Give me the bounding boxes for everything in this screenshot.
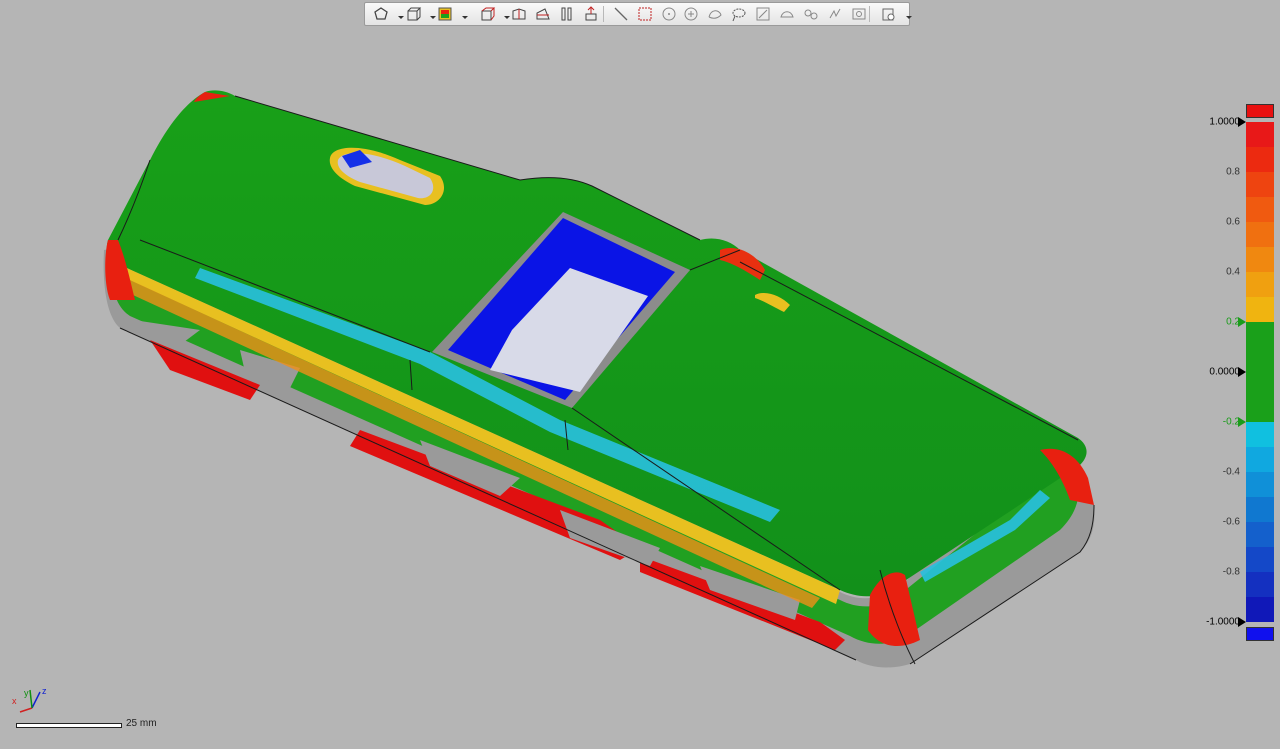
datum-align-icon — [585, 6, 597, 21]
triad-x-label: x — [12, 696, 17, 706]
surface-select-icon — [780, 11, 794, 18]
legend-under-range-swatch[interactable] — [1246, 627, 1274, 641]
legend-tick-label: -0.6 — [1222, 516, 1240, 528]
legend-tick-label: 0.6 — [1226, 216, 1240, 228]
legend-color-band — [1246, 172, 1274, 198]
legend-color-band — [1246, 597, 1274, 622]
scale-bar-label: 25 mm — [126, 718, 157, 729]
visibility-button[interactable] — [849, 5, 869, 23]
polygon-select-button[interactable] — [371, 5, 391, 23]
legend-tick-label: 1.0000 — [1209, 116, 1240, 128]
3d-viewport[interactable] — [0, 0, 1280, 744]
legend-color-bar[interactable] — [1246, 122, 1274, 622]
cross-section-icon — [536, 8, 550, 20]
triad-z-label: z — [42, 686, 47, 696]
legend-color-band — [1246, 297, 1274, 323]
toolbar-separator — [603, 6, 604, 22]
view-cube-button[interactable] — [403, 5, 423, 23]
axis-triad: x y z — [10, 686, 56, 714]
section-plane-icon — [512, 8, 526, 20]
display-options-icon — [882, 8, 895, 21]
brush-select-button[interactable] — [753, 5, 773, 23]
connected-select-icon — [804, 9, 818, 20]
dropdown-arrow-button[interactable] — [497, 5, 510, 23]
legend-color-band — [1246, 272, 1274, 298]
brush-select-icon — [756, 7, 770, 21]
legend-over-range-swatch[interactable] — [1246, 104, 1274, 118]
view-cube-icon — [407, 7, 422, 21]
legend-marker-handle[interactable] — [1238, 317, 1246, 327]
freeform-select-button[interactable] — [705, 5, 725, 23]
parallel-planes-icon — [561, 7, 572, 21]
line-tool-button[interactable] — [611, 5, 631, 23]
circle-select-button[interactable] — [659, 5, 679, 23]
legend-color-band — [1246, 397, 1274, 423]
legend-color-band — [1246, 522, 1274, 548]
triad-y-label: y — [24, 688, 29, 698]
legend-marker-handle[interactable] — [1238, 117, 1246, 127]
legend-tick-label: 0.8 — [1226, 166, 1240, 178]
datum-align-button[interactable] — [581, 5, 601, 23]
color-map-display-button[interactable] — [435, 5, 455, 23]
invert-select-button[interactable] — [825, 5, 845, 23]
dropdown-arrow-button[interactable] — [391, 5, 404, 23]
standard-views-button[interactable] — [477, 5, 497, 23]
dropdown-arrow-button[interactable] — [423, 5, 436, 23]
color-map-display-icon — [438, 7, 452, 21]
circle-select-icon — [662, 7, 676, 21]
dropdown-arrow-button[interactable] — [455, 5, 468, 23]
surface-select-button[interactable] — [777, 5, 797, 23]
display-options-button[interactable] — [879, 5, 899, 23]
cross-section-button[interactable] — [533, 5, 553, 23]
point-select-icon — [684, 7, 698, 21]
legend-color-band — [1246, 222, 1274, 248]
legend-color-band — [1246, 147, 1274, 173]
legend-tick-label: -1.0000 — [1206, 616, 1240, 628]
chevron-down-icon — [462, 16, 468, 19]
legend-color-band — [1246, 447, 1274, 473]
lasso-select-button[interactable] — [729, 5, 749, 23]
invert-select-icon — [829, 8, 841, 19]
legend-tick-label: 0.0000 — [1209, 366, 1240, 378]
connected-select-button[interactable] — [801, 5, 821, 23]
legend-marker-handle[interactable] — [1238, 367, 1246, 377]
legend-color-band — [1246, 547, 1274, 573]
deviation-color-legend[interactable]: 1.0000 0.8 0.6 0.4 0.2 0.0000 -0.2 -0.4 -0.6 -0.8… — [1196, 100, 1280, 645]
dropdown-arrow-button[interactable] — [899, 5, 912, 23]
rectangle-select-button[interactable] — [635, 5, 655, 23]
toolbar-separator — [869, 6, 870, 22]
legend-color-band — [1246, 472, 1274, 498]
legend-tick-label: 0.4 — [1226, 266, 1240, 278]
legend-color-band — [1246, 247, 1274, 273]
main-toolbar — [364, 2, 912, 26]
legend-marker-handle[interactable] — [1238, 617, 1246, 627]
lasso-select-icon — [732, 8, 746, 22]
legend-tick-label: -0.4 — [1222, 466, 1240, 478]
legend-color-band — [1246, 372, 1274, 398]
legend-color-band — [1246, 122, 1274, 148]
point-select-button[interactable] — [681, 5, 701, 23]
legend-color-band — [1246, 497, 1274, 523]
legend-color-band — [1246, 422, 1274, 448]
chevron-down-icon — [906, 16, 912, 19]
legend-color-band — [1246, 347, 1274, 373]
polygon-select-icon — [374, 7, 388, 20]
legend-tick-label: -0.8 — [1222, 566, 1240, 578]
standard-views-icon — [481, 7, 496, 21]
freeform-select-icon — [708, 10, 722, 19]
parallel-planes-button[interactable] — [557, 5, 577, 23]
visibility-icon — [852, 8, 866, 20]
rectangle-select-icon — [638, 7, 652, 21]
section-plane-button[interactable] — [509, 5, 529, 23]
legend-color-band — [1246, 322, 1274, 348]
legend-marker-handle[interactable] — [1238, 417, 1246, 427]
part-model[interactable] — [0, 0, 1280, 744]
scale-bar-line — [16, 723, 122, 728]
line-tool-icon — [614, 7, 628, 21]
legend-color-band — [1246, 572, 1274, 598]
legend-color-band — [1246, 197, 1274, 223]
